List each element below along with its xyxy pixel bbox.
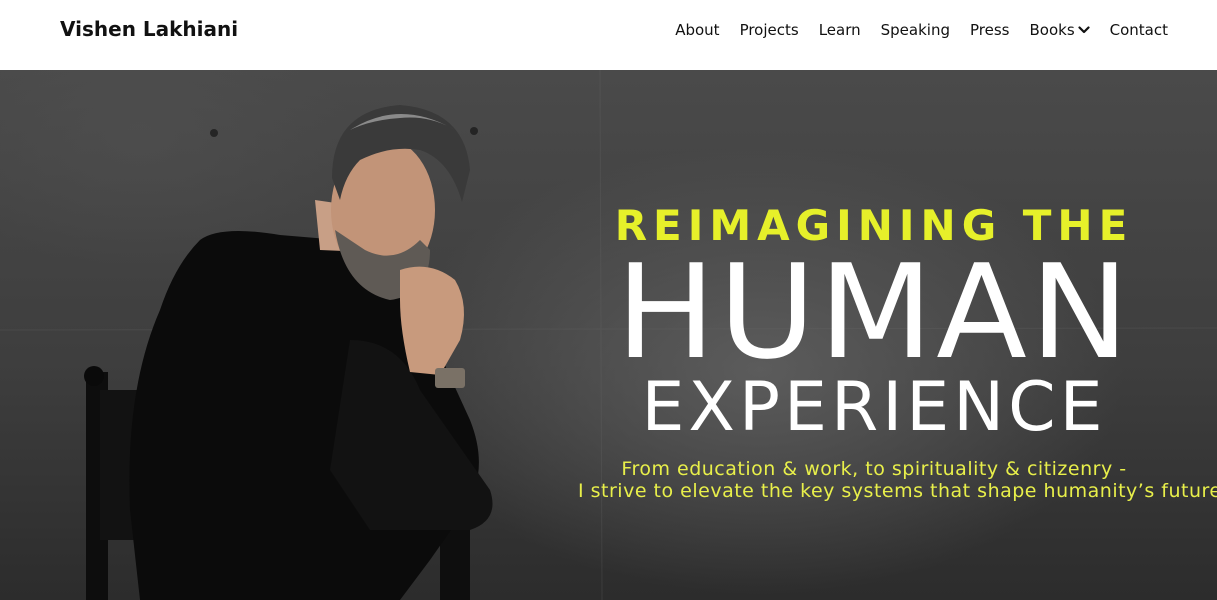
nav-books-label: Books [1029,21,1075,39]
portrait-image [84,105,493,600]
hero-text-block: REIMAGINING THE HUMAN EXPERIENCE From ed… [578,198,1217,502]
hero-tagline-line-2: I strive to elevate the key systems that… [578,480,1217,502]
hero-section: REIMAGINING THE HUMAN EXPERIENCE From ed… [0,70,1217,600]
nav-projects-link[interactable]: Projects [740,20,799,40]
hero-tagline: From education & work, to spirituality &… [578,458,1217,502]
site-header: Vishen Lakhiani About Projects Learn Spe… [0,0,1217,70]
chevron-down-icon [1078,26,1090,34]
nav-learn-link[interactable]: Learn [819,20,861,40]
nav-about-link[interactable]: About [675,20,719,40]
hero-headline: HUMAN [615,236,1133,388]
hero-tagline-line-1: From education & work, to spirituality &… [621,458,1127,480]
nav-books-dropdown[interactable]: Books [1029,20,1090,40]
nav-speaking-link[interactable]: Speaking [881,20,950,40]
nav-contact-link[interactable]: Contact [1110,20,1168,40]
main-nav: About Projects Learn Speaking Press Book… [675,20,1168,40]
nav-press-link[interactable]: Press [970,20,1009,40]
brand-logo-link[interactable]: Vishen Lakhiani [60,17,238,41]
